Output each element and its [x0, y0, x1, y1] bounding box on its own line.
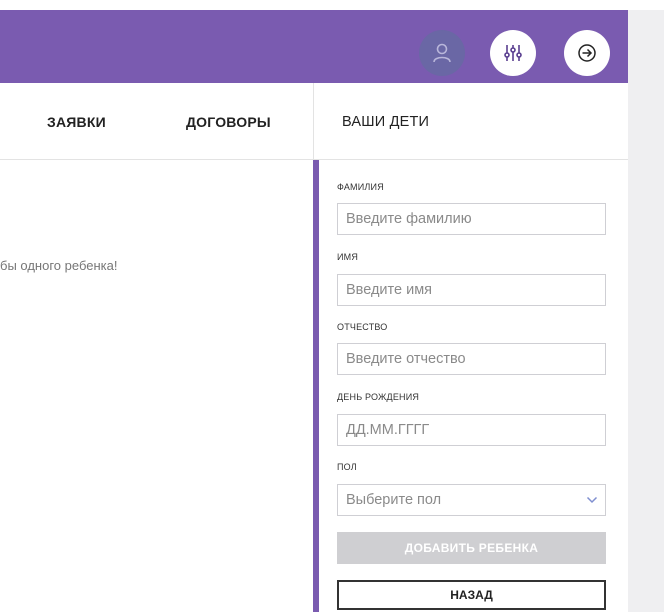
gender-select-value: Выберите пол: [346, 492, 442, 508]
surname-label: ФАМИЛИЯ: [337, 182, 384, 192]
patronymic-input[interactable]: [337, 343, 606, 375]
user-icon: [433, 43, 451, 63]
name-label: ИМЯ: [337, 252, 359, 262]
chevron-down-icon: [586, 496, 598, 504]
name-input[interactable]: [337, 274, 606, 306]
tab-contracts[interactable]: ДОГОВОРЫ: [186, 83, 271, 159]
app-header: [0, 10, 628, 83]
tab-divider: [313, 83, 314, 159]
back-button[interactable]: НАЗАД: [337, 580, 606, 610]
gender-select[interactable]: Выберите пол: [337, 484, 606, 516]
patronymic-label: ОТЧЕСТВО: [337, 322, 388, 332]
top-margin: [0, 0, 664, 10]
tab-requests[interactable]: ЗАЯВКИ: [47, 83, 106, 159]
logout-arrow-icon: [578, 44, 596, 62]
empty-children-message: бы одного ребенка!: [0, 258, 118, 273]
gender-label: ПОЛ: [337, 462, 357, 472]
birthday-label: ДЕНЬ РОЖДЕНИЯ: [337, 392, 420, 402]
form-accent-bar: [313, 160, 319, 612]
birthday-input[interactable]: [337, 414, 606, 446]
tab-bar: ЗАЯВКИ ДОГОВОРЫ ВАШИ ДЕТИ: [0, 83, 628, 160]
sliders-icon: [504, 45, 522, 61]
add-child-button[interactable]: ДОБАВИТЬ РЕБЕНКА: [337, 532, 606, 564]
side-gray-panel: [628, 10, 664, 612]
filters-button[interactable]: [490, 30, 536, 76]
logout-button[interactable]: [564, 30, 610, 76]
tab-your-children[interactable]: ВАШИ ДЕТИ: [342, 83, 429, 159]
surname-input[interactable]: [337, 203, 606, 235]
profile-button[interactable]: [419, 30, 465, 76]
add-child-form: ФАМИЛИЯ ИМЯ ОТЧЕСТВО ДЕНЬ РОЖДЕНИЯ ПОЛ В…: [313, 160, 628, 612]
